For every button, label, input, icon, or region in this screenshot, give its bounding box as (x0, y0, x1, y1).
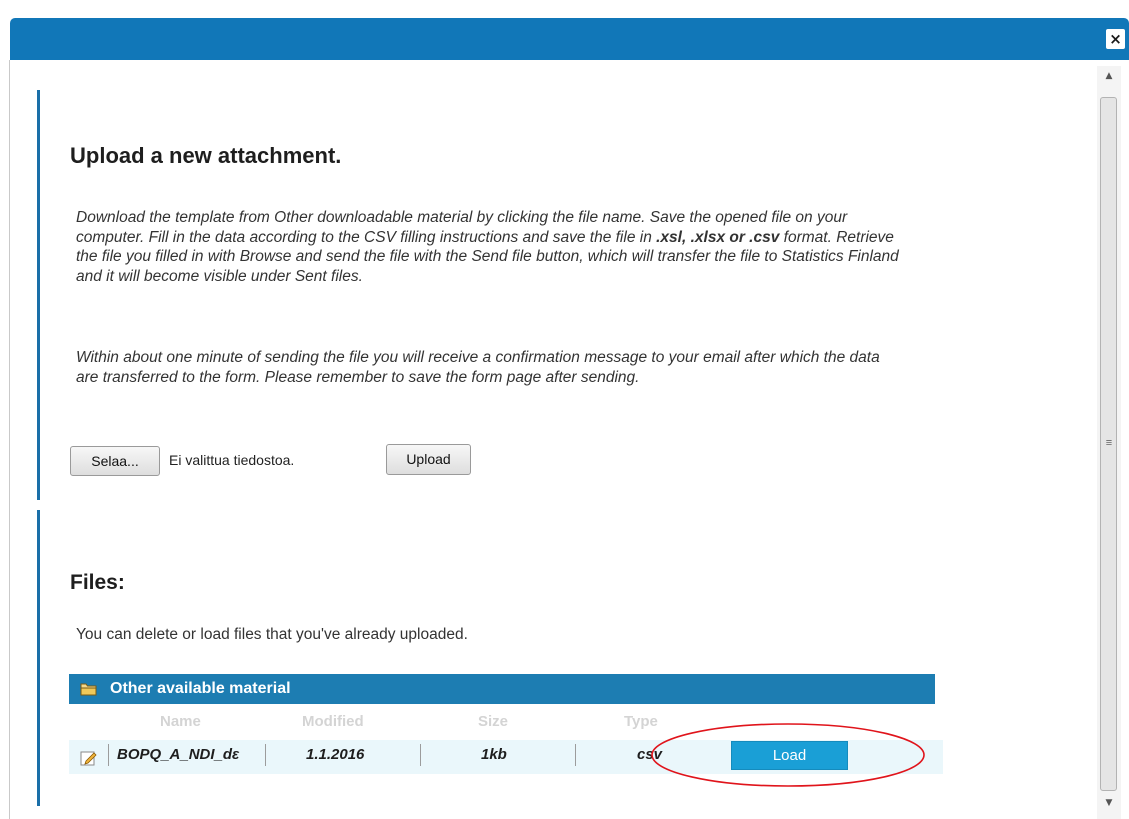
dialog-header-bar (10, 18, 1129, 60)
file-format-list: .xsl, .xlsx or .csv (656, 228, 780, 246)
column-header-modified: Modified (302, 713, 364, 730)
dialog-left-border (9, 60, 10, 819)
scroll-up-icon[interactable]: ▲ (1100, 67, 1118, 85)
upload-title: Upload a new attachment. (70, 143, 342, 168)
cell-separator (108, 744, 109, 766)
edit-icon[interactable] (80, 749, 98, 767)
close-icon[interactable]: × (1106, 29, 1125, 49)
column-header-name: Name (160, 713, 201, 730)
upload-instructions: Download the template from Other downloa… (76, 208, 906, 286)
selected-file-status: Ei valittua tiedostoa. (169, 452, 295, 468)
files-title: Files: (70, 571, 125, 594)
files-section-accent (37, 510, 40, 806)
file-size: 1kb (481, 746, 507, 763)
files-description: You can delete or load files that you've… (76, 626, 468, 643)
upload-confirmation-note: Within about one minute of sending the f… (76, 349, 880, 386)
file-modified-date: 1.1.2016 (306, 746, 365, 763)
annotation-highlight-ellipse (651, 723, 925, 787)
upload-button[interactable]: Upload (386, 444, 471, 475)
column-header-size: Size (478, 713, 509, 730)
cell-separator (575, 744, 576, 766)
folder-icon (80, 683, 97, 696)
file-name-link[interactable]: BOPQ_A_NDI_dε (117, 746, 254, 763)
files-table-title: Other available material (110, 680, 291, 697)
cell-separator (420, 744, 421, 766)
cell-separator (265, 744, 266, 766)
browse-button[interactable]: Selaa... (70, 446, 160, 476)
scrollbar-grip-icon: ≡ (1105, 437, 1113, 449)
upload-section-accent (37, 90, 40, 500)
scroll-down-icon[interactable]: ▼ (1100, 794, 1118, 812)
